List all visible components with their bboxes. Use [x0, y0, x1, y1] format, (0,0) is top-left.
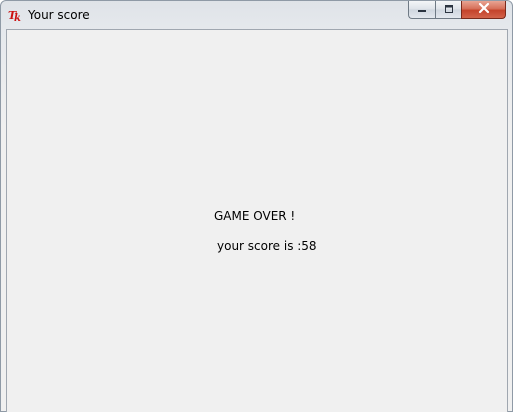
- maximize-icon: [443, 1, 455, 19]
- game-over-label: GAME OVER !: [214, 209, 296, 223]
- svg-text:k: k: [14, 13, 21, 23]
- maximize-button[interactable]: [435, 1, 461, 19]
- close-icon: [477, 1, 491, 19]
- window-title: Your score: [28, 8, 90, 22]
- title-bar[interactable]: T k Your score: [1, 1, 512, 28]
- minimize-icon: [416, 1, 428, 19]
- window-controls: [408, 1, 506, 20]
- close-button[interactable]: [461, 1, 506, 19]
- minimize-button[interactable]: [408, 1, 435, 19]
- app-window: T k Your score GAME OVER ! your score is…: [0, 0, 513, 412]
- score-label: your score is :58: [217, 239, 317, 253]
- tk-feather-icon: T k: [7, 7, 23, 24]
- client-area: GAME OVER ! your score is :58: [6, 29, 508, 412]
